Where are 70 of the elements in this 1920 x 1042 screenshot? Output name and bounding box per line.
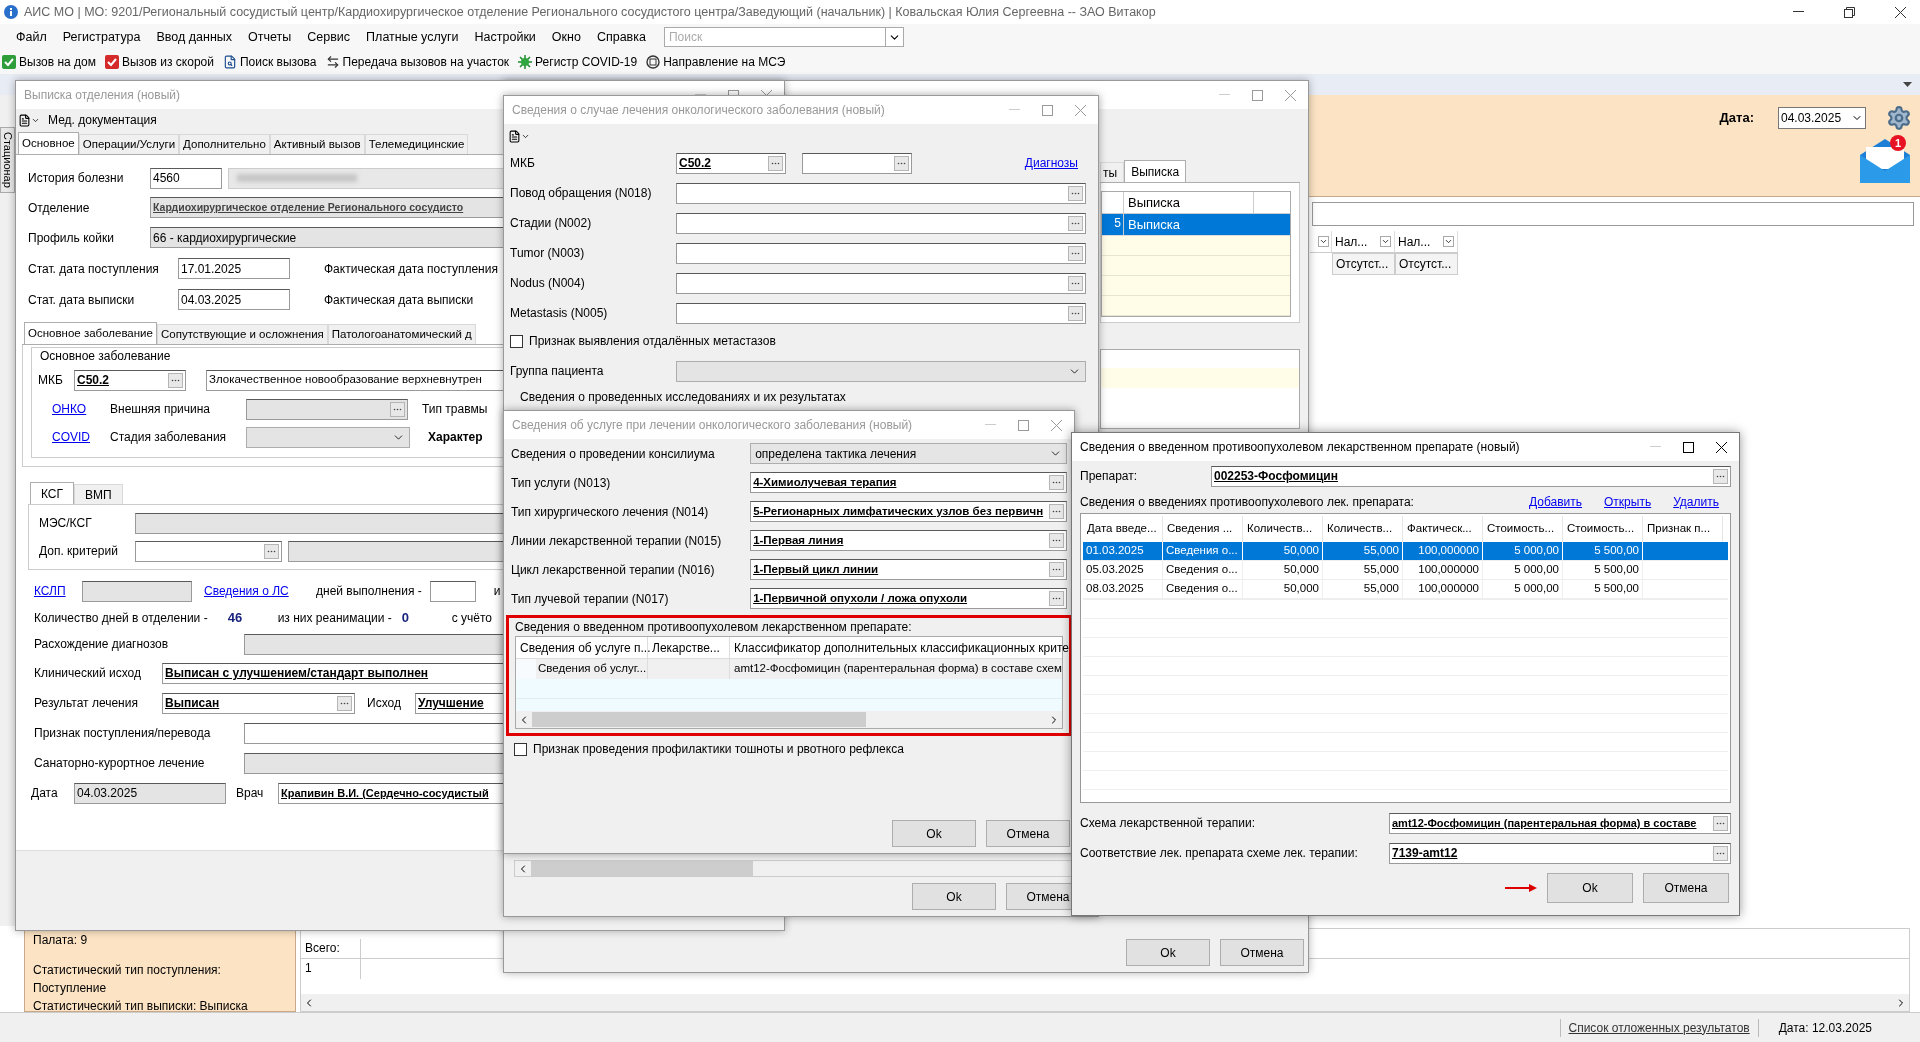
group-title: Сведения о проведенных исследованиях и их результатах	[519, 389, 847, 406]
field-label: Клинический исход	[34, 665, 142, 682]
section-title: Сведения о введенном противоопухолевом лекарственном препарате:	[515, 619, 913, 636]
field-label: Дата	[31, 785, 59, 802]
column-header: Классификатор дополнительных классификационных крите	[733, 639, 1070, 657]
table-cell: Отсутст...	[1395, 253, 1458, 275]
info-text: Статистический тип поступления:	[33, 962, 222, 979]
field-label: с учёто	[451, 610, 493, 627]
table-cell: Всего:	[301, 939, 361, 958]
table-cell: Отсутст...	[1332, 253, 1395, 275]
field-label: Сведения о введениях противоопухолевого лек. препарата:	[1080, 494, 1414, 511]
field-label: История болезни	[28, 170, 125, 187]
icu-days-count: 0	[401, 609, 410, 628]
field-label: Metastasis (N005)	[510, 305, 609, 322]
window-title: Сведения о случае лечения онкологического заболевания (новый)	[511, 102, 885, 119]
field-label: Исход	[367, 695, 402, 712]
field-label: Сведения о проведении консилиума	[511, 445, 716, 463]
field-label: из них реанимации -	[277, 610, 392, 627]
field-label: Тип услуги (N013)	[511, 474, 612, 492]
field-label: Тип хирургического лечения (N014)	[511, 503, 710, 521]
window-title: Сведения о введенном противоопухолевом лекарственном препарате (новый)	[1079, 439, 1520, 456]
field-label: Доп. критерий	[39, 543, 119, 560]
field-label: МКБ	[510, 155, 536, 172]
field-label: и	[493, 583, 501, 600]
field-label: Соответствие лек. препарата схеме лек. терапии:	[1080, 845, 1359, 862]
field-label: Количество дней в отделении -	[34, 610, 208, 627]
field-label: Тип травмы	[422, 401, 488, 418]
field-label: Профиль койки	[28, 229, 115, 247]
date-label: Дата:	[1719, 109, 1754, 128]
field-label: Фактическая дата поступления	[324, 260, 498, 278]
info-text: Палата: 9	[33, 932, 89, 949]
field-label: Стат. дата поступления	[28, 260, 160, 278]
field-label: Расхождение диагнозов	[34, 636, 170, 653]
field-label: Признак проведения профилактики тошноты и рвотного рефлекса	[533, 741, 904, 758]
field-label: Врач	[236, 785, 265, 802]
toolbar-label: Мед. документация	[48, 112, 157, 129]
days-count: 46	[227, 609, 244, 628]
field-label: дней выполнения -	[316, 583, 422, 600]
field-label: Санаторно-курортное лечение	[34, 755, 206, 772]
status-date: Дата: 12.03.2025	[1777, 1019, 1873, 1037]
window-title: АИС МО | МО: 9201/Региональный сосудистый центр/Кардиохирургическое отделение Регионального сосудистого центра/Заведующий (начальник) | Ковальская Юлия Сергеевна -- ЗАО Витакор	[24, 3, 1156, 21]
column-header: Сведения об услуге п...	[516, 637, 648, 658]
field-label: Линии лекарственной терапии (N015)	[511, 532, 723, 550]
column-header: Нал...	[1395, 231, 1458, 252]
field-label: Отделение	[28, 199, 91, 217]
field-label: Фактическая дата выписки	[324, 291, 474, 309]
field-label: Препарат:	[1080, 468, 1139, 485]
field-label: Стадия заболевания	[110, 429, 228, 446]
table-cell: 1	[301, 959, 361, 979]
field-label: МКБ	[38, 372, 64, 389]
field-label: Схема лекарственной терапии:	[1080, 815, 1256, 832]
field-label: Nodus (N004)	[510, 275, 586, 292]
info-text: Статистический тип выписки: Выписка	[33, 998, 249, 1015]
field-label: Признак выявления отдалённых метастазов	[529, 333, 776, 350]
field-label: Стат. дата выписки	[28, 291, 136, 309]
field-label: Цикл лекарственной терапии (N016)	[511, 561, 716, 579]
field-label: Tumor (N003)	[510, 245, 586, 262]
column-header: Нал...	[1332, 231, 1395, 252]
field-label: Результат лечения	[34, 695, 139, 712]
window-title: Сведения об услуге при лечении онкологического заболевания (новый)	[511, 417, 913, 434]
group-title: Основное заболевание	[39, 348, 171, 365]
window-title: Выписка отделения (новый)	[23, 87, 180, 104]
field-label: Тип лучевой терапии (N017)	[511, 590, 670, 608]
field-label: Характер	[428, 429, 483, 446]
info-text: Поступление	[33, 980, 108, 997]
field-label: Внешняя причина	[110, 401, 212, 418]
field-label: Признак поступления/перевода	[34, 725, 212, 742]
column-header: Выписка	[1124, 192, 1254, 213]
field-label: МЭС/КСГ	[39, 515, 93, 532]
notification-badge: 1	[1890, 135, 1906, 151]
